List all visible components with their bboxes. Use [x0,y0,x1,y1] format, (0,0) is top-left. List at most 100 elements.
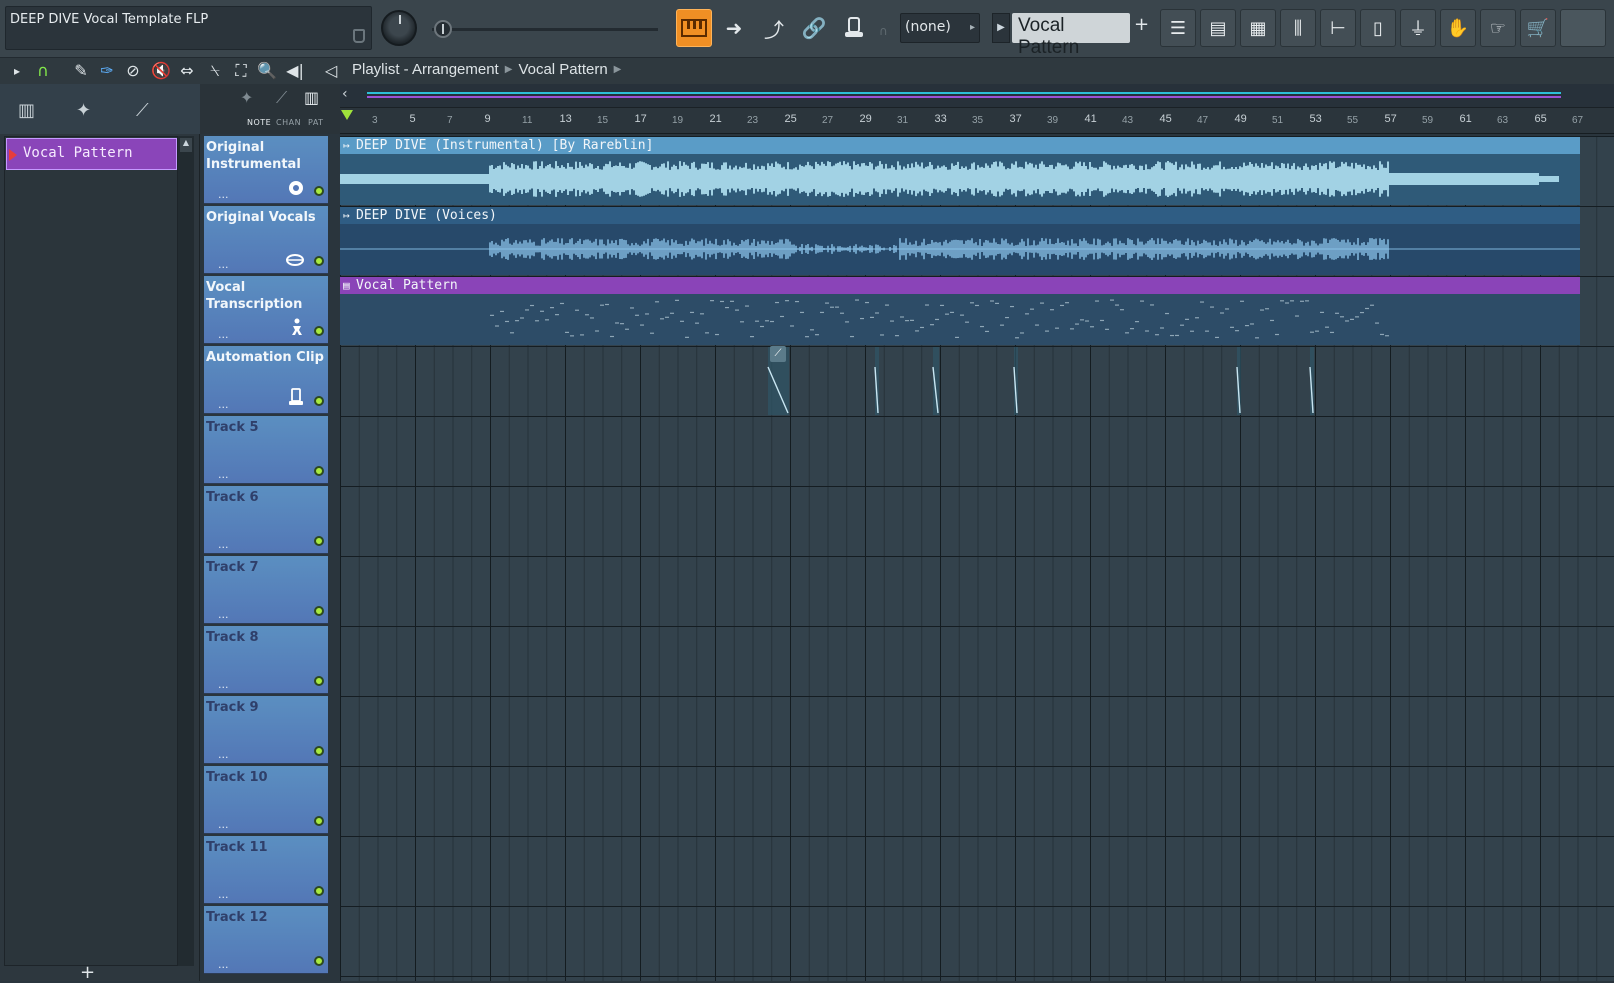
mute-icon[interactable]: 🔇 [150,61,172,81]
track-enable-led[interactable] [314,466,324,476]
audio-filter-icon[interactable]: ✦ [240,88,253,107]
speaker-icon[interactable]: ◁ [320,61,342,81]
playlist-button[interactable]: ☰ [1160,9,1196,47]
master-pitch-slider-thumb[interactable] [434,20,452,38]
track-enable-led[interactable] [314,956,324,966]
track-options-icon[interactable]: ... [218,608,229,621]
master-pitch-slider[interactable] [432,28,658,31]
track-options-icon[interactable]: ... [218,888,229,901]
step-forward-button[interactable]: ➜ [716,9,752,47]
track-header-7[interactable]: Track 7... [204,556,328,624]
shop-button[interactable]: 🛒 [1520,9,1556,47]
track-enable-led[interactable] [314,746,324,756]
track-header-10[interactable]: Track 10... [204,766,328,834]
delete-icon[interactable]: ⊘ [122,61,144,81]
slice-icon[interactable]: ⍀ [204,61,226,81]
mixer-button[interactable]: ⫼ [1280,9,1316,47]
track-options-icon[interactable]: ... [218,748,229,761]
patterns-tab-icon[interactable]: ▥ [18,100,35,121]
master-volume-knob[interactable] [381,10,417,46]
track-options-icon[interactable]: ... [218,468,229,481]
overview-audio-line [367,92,1561,94]
track-enable-led[interactable] [314,396,324,406]
audio-tab-icon[interactable]: ✦ [76,100,91,121]
magnet-icon[interactable]: ∩ [32,61,54,81]
track-header-6[interactable]: Track 6... [204,486,328,554]
track-header-3[interactable]: Vocal Transcription... [204,276,328,344]
note-tool-button[interactable]: ⤴ [756,9,792,47]
clip-instrumental-waveform [340,154,1580,205]
hand-icon: ☞ [1489,17,1507,39]
timeline-ruler[interactable]: 3 5 7 9 11 13 15 17 19 21 23 25 27 29 31 33 35 37 39 41 43 45… [340,108,1614,134]
breadcrumb-playlist[interactable]: Playlist - Arrangement [352,61,499,78]
track-options-icon[interactable]: ... [218,538,229,551]
picker-list: Vocal Pattern [4,136,178,966]
track-options-icon[interactable]: ... [218,188,229,201]
track-enable-led[interactable] [314,326,324,336]
clip-vocal-pattern[interactable]: ▤ Vocal Pattern [340,277,1580,345]
add-pattern-button[interactable]: + [1134,14,1149,35]
clip-vocals[interactable]: ↦ DEEP DIVE (Voices) [340,207,1580,275]
channel-rack-button[interactable]: ▦ [1240,9,1276,47]
track-options-icon[interactable]: ... [218,328,229,341]
clip-vocals-header[interactable]: ↦ DEEP DIVE (Voices) [340,207,1580,224]
plugin-database-button[interactable]: ⏚ [1400,9,1436,47]
project-title: DEEP DIVE Vocal Template FLP [10,12,209,27]
automation-clips[interactable] [340,347,1614,415]
track-enable-led[interactable] [314,676,324,686]
project-info-button[interactable]: ▯ [1360,9,1396,47]
touch-controller-button[interactable]: ☞ [1480,9,1516,47]
extra-panel-button[interactable] [1560,9,1606,47]
playback-icon[interactable]: ◀| [284,61,306,81]
playhead-marker[interactable] [341,110,353,120]
track-header-11[interactable]: Track 11... [204,836,328,904]
slip-icon[interactable]: ⇔ [176,61,198,81]
track-header-1[interactable]: Original Instrumental... [204,136,328,204]
options-arrow-icon[interactable]: ▸ [6,61,28,81]
select-icon[interactable]: ⛶ [230,61,252,81]
automation-link-icon[interactable]: ⟋ [770,346,786,362]
breadcrumb-pattern[interactable]: Vocal Pattern [518,61,607,78]
track-header-12[interactable]: Track 12... [204,906,328,974]
pattern-filter-icon[interactable]: ▥ [304,88,319,107]
track-options-icon[interactable]: ... [218,678,229,691]
track-options-icon[interactable]: ... [218,958,229,971]
clip-instrumental[interactable]: ↦ DEEP DIVE (Instrumental) [By Rareblin] [340,137,1580,205]
plugin-picker-button[interactable]: ✋ [1440,9,1476,47]
snap-select[interactable]: (none) ▸ [900,13,980,43]
typing-keyboard-button[interactable] [836,9,872,47]
browser-tree-icon: ⊢ [1330,17,1346,39]
track-header-5[interactable]: Track 5... [204,416,328,484]
link-button[interactable]: 🔗 [796,9,832,47]
automation-tab-icon[interactable]: ⟋ [136,100,149,121]
picker-add-button[interactable]: + [80,962,95,983]
track-enable-led[interactable] [314,256,324,266]
track-enable-led[interactable] [314,816,324,826]
track-enable-led[interactable] [314,886,324,896]
pattern-select[interactable]: Vocal Pattern [1012,13,1130,58]
clip-pattern-header[interactable]: ▤ Vocal Pattern [340,277,1580,294]
picker-scrollbar[interactable]: ▲ [178,136,194,966]
zoom-icon[interactable]: 🔍 [256,61,278,81]
pattern-prev-button[interactable]: ▶ [992,13,1010,43]
track-options-icon[interactable]: ... [218,398,229,411]
piano-roll-button[interactable]: ▤ [1200,9,1236,47]
track-header-8[interactable]: Track 8... [204,626,328,694]
automation-filter-icon[interactable]: ⟋ [276,88,287,108]
piano-roll-mode-button[interactable] [676,9,712,47]
pencil-icon[interactable]: ✎ [70,61,92,81]
scroll-up-icon[interactable]: ▲ [180,138,192,152]
track-enable-led[interactable] [314,186,324,196]
clip-instrumental-header[interactable]: ↦ DEEP DIVE (Instrumental) [By Rareblin] [340,137,1580,154]
track-enable-led[interactable] [314,606,324,616]
browser-button[interactable]: ⊢ [1320,9,1356,47]
scroll-left-icon[interactable]: ‹ [342,86,348,102]
track-header-2[interactable]: Original Vocals... [204,206,328,274]
track-enable-led[interactable] [314,536,324,546]
track-header-9[interactable]: Track 9... [204,696,328,764]
track-options-icon[interactable]: ... [218,258,229,271]
track-header-4[interactable]: Automation Clip... [204,346,328,414]
track-options-icon[interactable]: ... [218,818,229,831]
paint-icon[interactable]: ✑ [96,61,118,81]
picker-item-vocal-pattern[interactable]: Vocal Pattern [6,138,177,170]
